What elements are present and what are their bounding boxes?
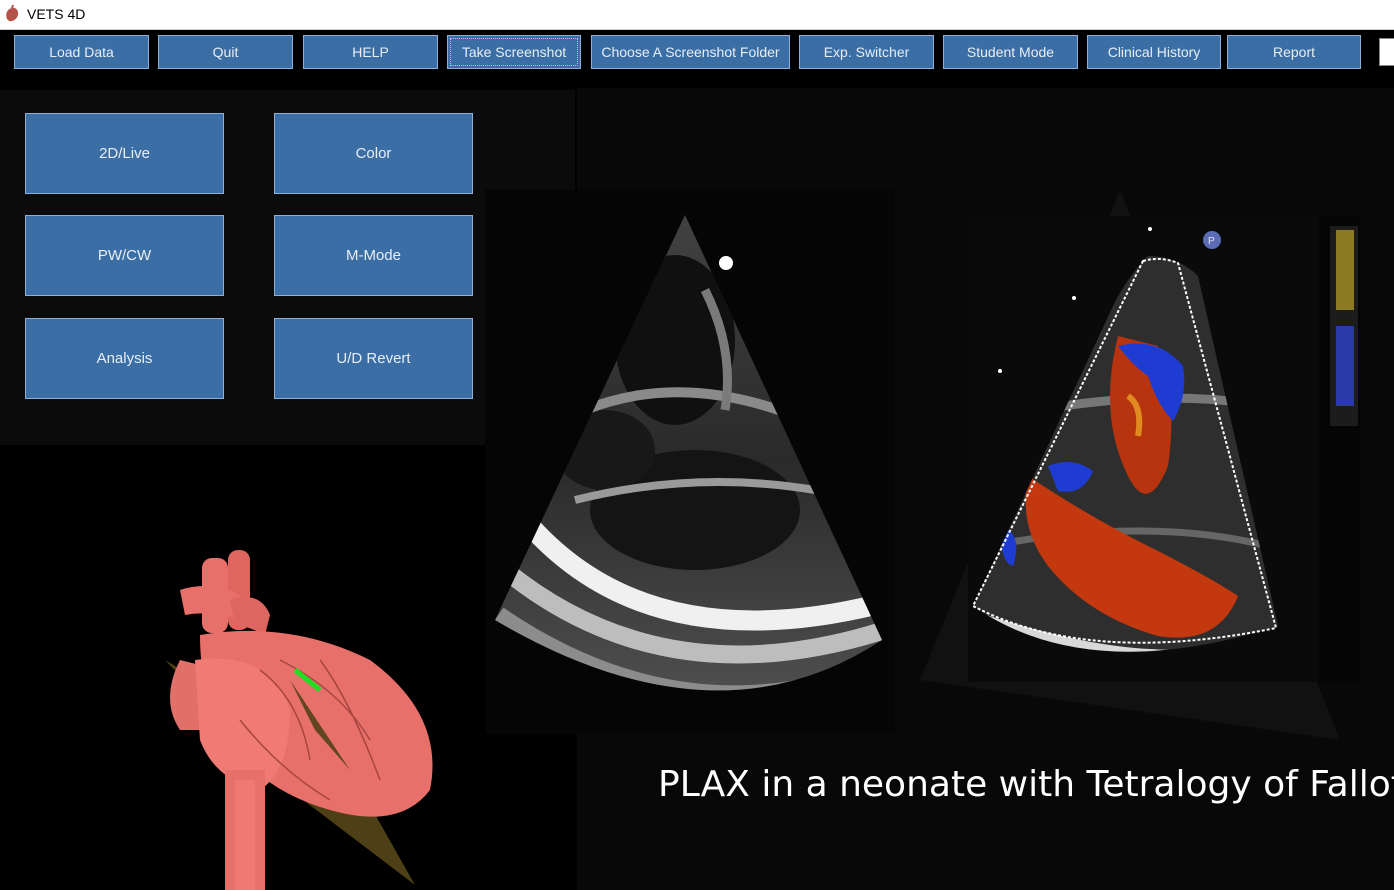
mode-2d-live-button[interactable]: 2D/Live: [25, 113, 224, 194]
image-caption: PLAX in a neonate with Tetralogy of Fall…: [658, 764, 1394, 805]
3d-heart-model[interactable]: [140, 540, 460, 890]
mode-pw-cw-button[interactable]: PW/CW: [25, 215, 224, 296]
quit-button[interactable]: Quit: [158, 35, 293, 69]
mode-ud-revert-button[interactable]: U/D Revert: [274, 318, 473, 399]
report-button[interactable]: Report: [1227, 35, 1361, 69]
heart-icon: [6, 5, 19, 22]
mode-m-mode-button[interactable]: M-Mode: [274, 215, 473, 296]
overflow-control[interactable]: [1379, 38, 1394, 66]
choose-screenshot-folder-button[interactable]: Choose A Screenshot Folder: [591, 35, 790, 69]
exp-switcher-button[interactable]: Exp. Switcher: [799, 35, 934, 69]
window-title: VETS 4D: [27, 6, 86, 22]
load-data-button[interactable]: Load Data: [14, 35, 149, 69]
title-bar: VETS 4D: [0, 0, 1394, 30]
plax-bmode-image[interactable]: [485, 190, 895, 734]
plax-color-doppler-image[interactable]: P: [968, 216, 1360, 682]
svg-text:P: P: [1208, 236, 1215, 247]
mode-color-button[interactable]: Color: [274, 113, 473, 194]
clinical-history-button[interactable]: Clinical History: [1087, 35, 1221, 69]
mode-analysis-button[interactable]: Analysis: [25, 318, 224, 399]
help-button[interactable]: HELP: [303, 35, 438, 69]
take-screenshot-button[interactable]: Take Screenshot: [447, 35, 581, 69]
student-mode-button[interactable]: Student Mode: [943, 35, 1078, 69]
